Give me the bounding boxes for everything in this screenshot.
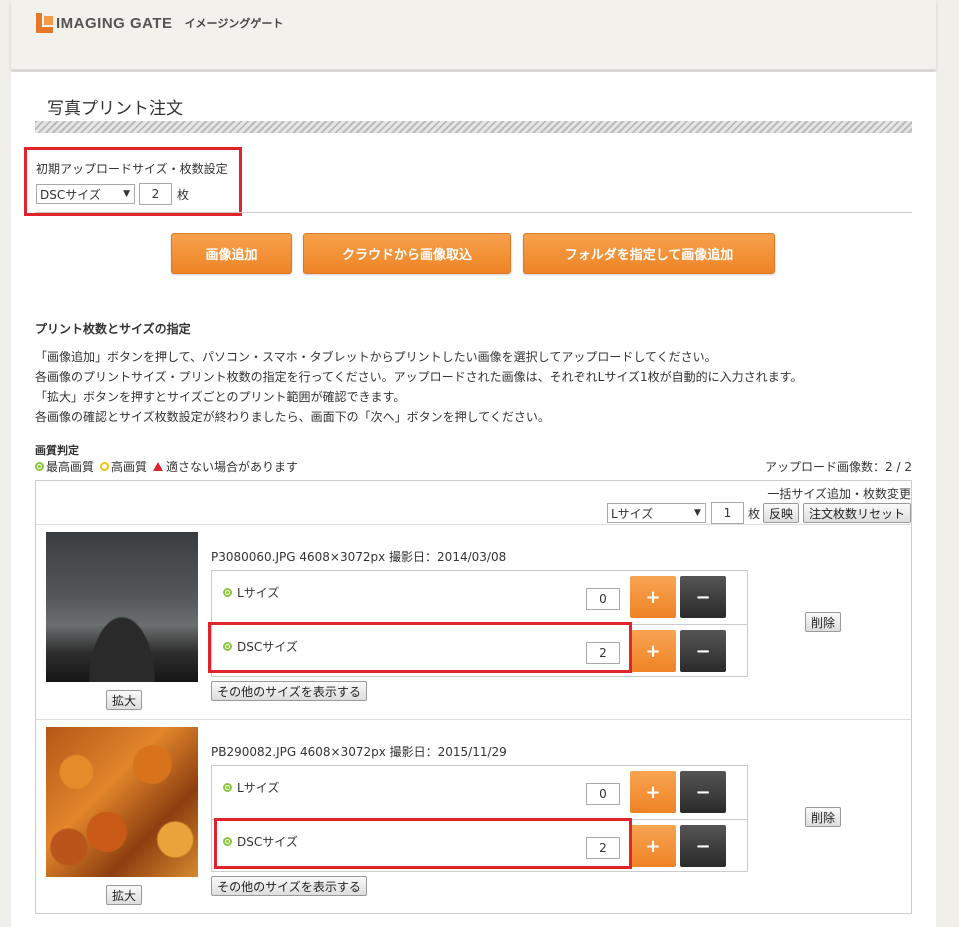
bulk-count-unit: 枚 xyxy=(747,506,760,521)
highlight-dsc-row xyxy=(214,818,632,869)
quality-legend: 最高画質 高画質 適さない場合があります xyxy=(35,458,304,475)
best-quality-label: 最高画質 xyxy=(46,460,95,474)
thumbnail-image[interactable] xyxy=(46,532,198,682)
section-description: 「画像追加」ボタンを押して、パソコン・スマホ・タブレットからプリントしたい画像を… xyxy=(35,347,802,427)
add-image-button[interactable]: 画像追加 xyxy=(171,233,292,274)
size-row: Lサイズ 0 + − xyxy=(212,571,747,624)
best-quality-icon xyxy=(35,462,44,471)
image-item: 拡大 PB290082.JPG 4608×3072px 撮影日：2015/11/… xyxy=(36,719,911,914)
site-header: IMAGING GATE イメージングゲート xyxy=(11,0,936,70)
best-quality-icon xyxy=(223,588,232,597)
file-info: P3080060.JPG 4608×3072px 撮影日：2014/03/08 xyxy=(211,550,507,564)
logo-kana: イメージングゲート xyxy=(184,17,284,30)
file-info: PB290082.JPG 4608×3072px 撮影日：2015/11/29 xyxy=(211,745,507,759)
size-label: Lサイズ xyxy=(237,586,280,600)
warning-label: 適さない場合があります xyxy=(166,460,299,474)
desc-line: 各画像の確認とサイズ枚数設定が終わりましたら、画面下の「次へ」ボタンを押してくだ… xyxy=(35,410,550,424)
upload-count: アップロード画像数：2 / 2 xyxy=(765,460,912,474)
title-divider xyxy=(35,121,912,133)
apply-button[interactable]: 反映 xyxy=(762,503,799,523)
increment-button[interactable]: + xyxy=(630,630,676,672)
show-other-sizes-button[interactable]: その他のサイズを表示する xyxy=(211,876,367,896)
desc-line: 「拡大」ボタンを押すとサイズごとのプリント範囲が確認できます。 xyxy=(35,390,406,404)
increment-button[interactable]: + xyxy=(630,825,676,867)
size-label: Lサイズ xyxy=(237,781,280,795)
bulk-count-input[interactable]: 1 xyxy=(710,502,744,524)
delete-button[interactable]: 削除 xyxy=(805,807,841,827)
logo-mark-icon xyxy=(36,13,53,33)
dropdown-arrow-icon: ▼ xyxy=(694,508,701,518)
show-other-sizes-button[interactable]: その他のサイズを表示する xyxy=(211,681,367,701)
highlight-dsc-row xyxy=(208,622,632,673)
high-quality-label: 高画質 xyxy=(111,460,148,474)
best-quality-icon xyxy=(223,783,232,792)
high-quality-icon xyxy=(100,462,110,471)
quality-title: 画質判定 xyxy=(35,444,79,457)
increment-button[interactable]: + xyxy=(630,771,676,813)
bulk-title: 一括サイズ追加・枚数変更 xyxy=(767,487,911,501)
logo-text: IMAGING GATE xyxy=(56,14,173,32)
folder-add-button[interactable]: フォルダを指定して画像追加 xyxy=(523,233,775,274)
thumbnail-image[interactable] xyxy=(46,727,198,877)
main-content: 写真プリント注文 初期アップロードサイズ・枚数設定 DSCサイズ ▼ 2 枚 画… xyxy=(11,72,936,927)
zoom-button[interactable]: 拡大 xyxy=(106,885,142,905)
desc-line: 「画像追加」ボタンを押して、パソコン・スマホ・タブレットからプリントしたい画像を… xyxy=(35,350,717,364)
highlight-initial-settings xyxy=(24,147,242,216)
decrement-button[interactable]: − xyxy=(680,771,726,813)
bulk-controls: Lサイズ ▼ 1 枚 反映 注文枚数リセット xyxy=(606,502,911,524)
cloud-import-button[interactable]: クラウドから画像取込 xyxy=(303,233,511,274)
warning-triangle-icon xyxy=(153,462,164,471)
divider xyxy=(35,212,912,213)
desc-line: 各画像のプリントサイズ・プリント枚数の指定を行ってください。アップロードされた画… xyxy=(35,370,803,384)
bulk-size-value: Lサイズ xyxy=(610,506,654,521)
reset-count-button[interactable]: 注文枚数リセット xyxy=(802,503,911,523)
zoom-button[interactable]: 拡大 xyxy=(106,690,142,710)
quantity-input[interactable]: 0 xyxy=(586,588,620,610)
increment-button[interactable]: + xyxy=(630,576,676,618)
delete-button[interactable]: 削除 xyxy=(805,612,841,632)
logo[interactable]: IMAGING GATE イメージングゲート xyxy=(36,13,283,33)
section-title: プリント枚数とサイズの指定 xyxy=(35,322,191,336)
decrement-button[interactable]: − xyxy=(680,630,726,672)
size-row: Lサイズ 0 + − xyxy=(212,766,747,819)
quantity-input[interactable]: 0 xyxy=(586,783,620,805)
bulk-size-select[interactable]: Lサイズ ▼ xyxy=(606,503,706,523)
page-title: 写真プリント注文 xyxy=(47,99,183,119)
decrement-button[interactable]: − xyxy=(680,576,726,618)
decrement-button[interactable]: − xyxy=(680,825,726,867)
